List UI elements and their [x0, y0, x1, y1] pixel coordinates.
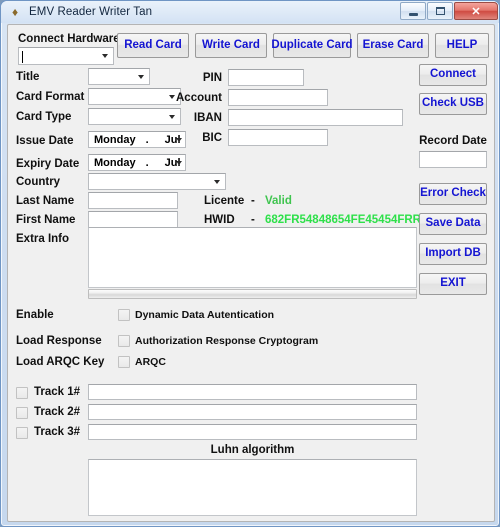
window-controls: ✕ — [399, 2, 498, 20]
issue-date-separator: . — [136, 134, 151, 146]
duplicate-card-button[interactable]: Duplicate Card — [273, 33, 351, 58]
expiry-date-picker[interactable]: Monday . Jul — [88, 154, 186, 171]
write-card-button[interactable]: Write Card — [195, 33, 267, 58]
card-format-label: Card Format — [16, 91, 84, 103]
bic-input[interactable] — [228, 129, 328, 146]
hwid-value: 682FR54848654FE45454FRR — [265, 214, 421, 226]
card-type-label: Card Type — [16, 111, 71, 123]
iban-label: IBAN — [160, 112, 222, 124]
authorization-response-cryptogram-label: Authorization Response Cryptogram — [135, 335, 318, 347]
read-card-button[interactable]: Read Card — [117, 33, 189, 58]
first-name-label: First Name — [16, 214, 75, 226]
track-2-checkbox[interactable] — [16, 407, 28, 419]
authorization-response-cryptogram-checkbox[interactable] — [118, 335, 130, 347]
arqc-checkbox[interactable] — [118, 356, 130, 368]
first-name-input[interactable] — [88, 211, 178, 228]
bic-label: BIC — [160, 132, 222, 144]
issue-date-day: Monday — [89, 134, 136, 146]
account-input[interactable] — [228, 89, 328, 106]
country-label: Country — [16, 176, 60, 188]
title-combo[interactable] — [88, 68, 150, 85]
arqc-label: ARQC — [135, 356, 166, 368]
licente-label: Licente — [204, 195, 244, 207]
track-3-input[interactable] — [88, 424, 417, 440]
extra-info-textarea[interactable] — [88, 227, 417, 288]
iban-input[interactable] — [228, 109, 403, 126]
close-icon: ✕ — [455, 3, 497, 19]
expiry-date-separator: . — [136, 157, 151, 169]
text-caret — [22, 51, 23, 63]
enable-row-label: Enable — [16, 309, 54, 321]
title-label: Title — [16, 71, 39, 83]
licente-status-value: Valid — [265, 195, 292, 207]
expiry-date-day: Monday — [89, 157, 136, 169]
chevron-down-icon[interactable] — [98, 48, 113, 64]
maximize-icon — [428, 3, 452, 19]
expiry-date-label: Expiry Date — [16, 158, 79, 170]
licente-separator: - — [251, 195, 255, 207]
client-area: Connect Hardware Read Card Write Card Du… — [7, 24, 495, 522]
erase-card-button[interactable]: Erase Card — [357, 33, 429, 58]
record-date-label: Record Date — [416, 135, 490, 147]
minimize-button[interactable] — [400, 2, 426, 20]
error-check-button[interactable]: Error Check — [419, 183, 487, 205]
country-combo[interactable] — [88, 173, 226, 190]
app-icon-glyph: ♦ — [8, 5, 22, 19]
issue-date-label: Issue Date — [16, 135, 74, 147]
hwid-label: HWID — [204, 214, 235, 226]
app-icon: ♦ — [7, 4, 23, 20]
track-3-label: Track 3# — [34, 426, 80, 438]
exit-button[interactable]: EXIT — [419, 273, 487, 295]
title-bar[interactable]: ♦ EMV Reader Writer Tan ✕ — [1, 1, 500, 23]
luhn-algorithm-textarea[interactable] — [88, 459, 417, 516]
track-3-checkbox[interactable] — [16, 427, 28, 439]
maximize-button[interactable] — [427, 2, 453, 20]
connect-button[interactable]: Connect — [419, 64, 487, 86]
extra-info-horizontal-scrollbar[interactable] — [88, 289, 417, 299]
help-button[interactable]: HELP — [435, 33, 489, 58]
luhn-algorithm-label: Luhn algorithm — [88, 444, 417, 456]
close-button[interactable]: ✕ — [454, 2, 498, 20]
hwid-separator: - — [251, 214, 255, 226]
track-2-input[interactable] — [88, 404, 417, 420]
track-1-checkbox[interactable] — [16, 387, 28, 399]
last-name-label: Last Name — [16, 195, 74, 207]
extra-info-label: Extra Info — [16, 233, 69, 245]
track-2-label: Track 2# — [34, 406, 80, 418]
connect-hardware-combo[interactable] — [18, 47, 114, 65]
dynamic-data-authentication-label: Dynamic Data Autentication — [135, 309, 274, 321]
save-data-button[interactable]: Save Data — [419, 213, 487, 235]
track-1-label: Track 1# — [34, 386, 80, 398]
minimize-icon — [401, 3, 425, 19]
pin-label: PIN — [160, 72, 222, 84]
window-title: EMV Reader Writer Tan — [29, 6, 152, 18]
chevron-down-icon[interactable] — [134, 69, 149, 84]
check-usb-button[interactable]: Check USB — [419, 93, 487, 115]
chevron-down-icon[interactable] — [176, 161, 182, 165]
track-1-input[interactable] — [88, 384, 417, 400]
load-response-row-label: Load Response — [16, 335, 102, 347]
last-name-input[interactable] — [88, 192, 178, 209]
record-date-input[interactable] — [419, 151, 487, 168]
account-label: Account — [160, 92, 222, 104]
application-window: ♦ EMV Reader Writer Tan ✕ Connect Hardwa… — [0, 0, 500, 527]
chevron-down-icon[interactable] — [210, 174, 225, 189]
connect-hardware-label: Connect Hardware — [18, 33, 120, 45]
pin-input[interactable] — [228, 69, 304, 86]
load-arqc-key-row-label: Load ARQC Key — [16, 356, 104, 368]
import-db-button[interactable]: Import DB — [419, 243, 487, 265]
dynamic-data-authentication-checkbox[interactable] — [118, 309, 130, 321]
